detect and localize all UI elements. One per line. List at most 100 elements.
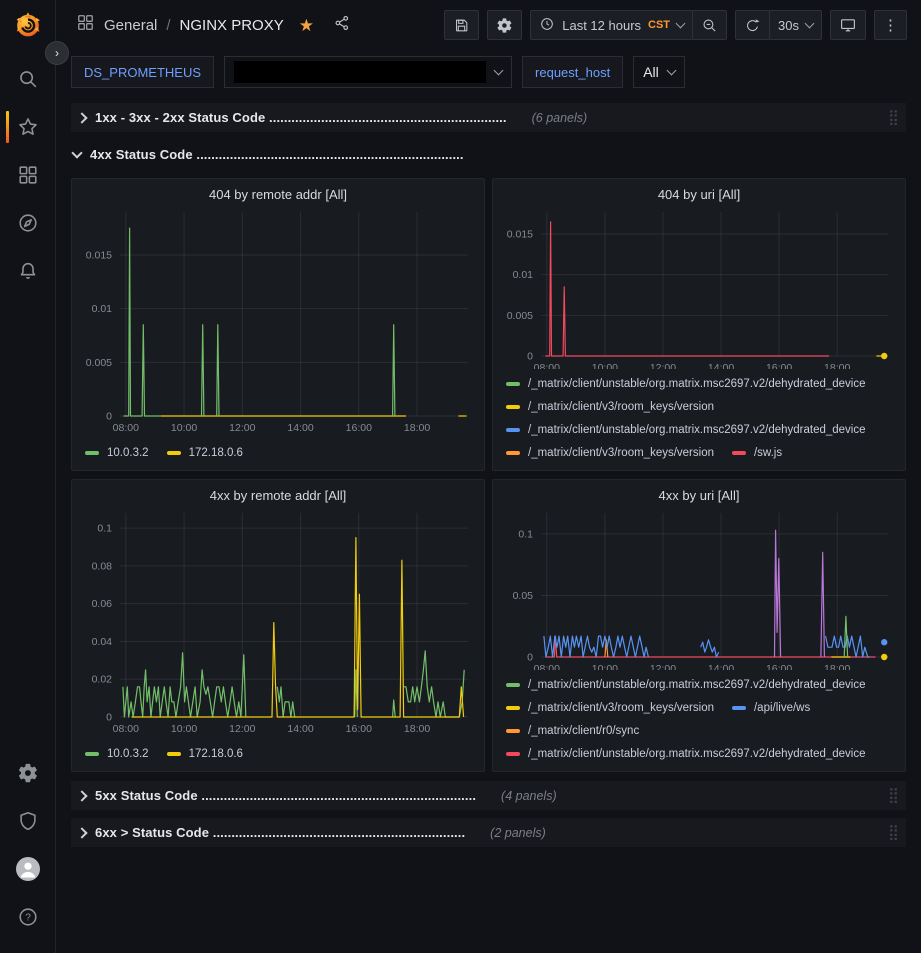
chevron-down-icon [676, 18, 686, 28]
series-point [881, 654, 887, 660]
row-panel-count: (4 panels) [501, 789, 557, 803]
share-icon[interactable] [333, 14, 351, 37]
legend-item[interactable]: /_matrix/client/unstable/org.matrix.msc2… [506, 424, 866, 436]
sidebar-item-explore[interactable] [15, 210, 41, 236]
favorite-star-icon[interactable]: ★ [299, 17, 314, 34]
x-axis-tick-label: 08:00 [113, 723, 139, 735]
legend-swatch [506, 752, 520, 756]
search-icon[interactable] [15, 66, 41, 92]
series-line [821, 552, 825, 657]
legend-swatch [506, 683, 520, 687]
legend-item[interactable]: /api/live/ws [732, 702, 810, 714]
drag-handle-icon[interactable]: ⣿ [888, 825, 899, 840]
legend-row: /_matrix/client/v3/room_keys/version [501, 395, 897, 418]
x-axis-tick-label: 14:00 [287, 723, 313, 735]
datasource-select[interactable] [224, 56, 512, 88]
row-4xx[interactable]: 4xx Status Code ........................… [71, 140, 906, 169]
dashboard-settings-button[interactable] [487, 10, 522, 40]
variables-row: DS_PROMETHEUS request_host All [56, 50, 921, 98]
sidebar-expand-button[interactable]: › [45, 41, 69, 65]
timeseries-chart[interactable]: 00.050.108:0010:0012:0014:0016:0018:00 [501, 507, 896, 670]
row-1xx-3xx-2xx[interactable]: 1xx - 3xx - 2xx Status Code ............… [71, 103, 906, 132]
request-host-select[interactable]: All [633, 56, 685, 88]
clock-icon [539, 16, 555, 35]
gear-icon[interactable] [15, 760, 41, 786]
zoom-out-button[interactable] [692, 10, 727, 40]
shield-icon[interactable] [15, 808, 41, 834]
refresh-interval-picker[interactable]: 30s [769, 10, 822, 40]
grafana-logo-icon[interactable] [12, 9, 44, 41]
legend-item[interactable]: 10.0.3.2 [85, 447, 149, 459]
breadcrumb-folder[interactable]: General [104, 17, 157, 34]
row-5xx[interactable]: 5xx Status Code ........................… [71, 781, 906, 810]
timezone-label: CST [648, 19, 670, 31]
series-line [202, 325, 204, 416]
legend-label: /_matrix/client/r0/sync [528, 725, 639, 737]
drag-handle-icon[interactable]: ⣿ [888, 110, 899, 125]
drag-handle-icon[interactable]: ⣿ [888, 788, 899, 803]
legend-row: /_matrix/client/unstable/org.matrix.msc2… [501, 742, 897, 765]
panel-title[interactable]: 4xx by remote addr [All] [80, 488, 476, 503]
legend-label: /_matrix/client/unstable/org.matrix.msc2… [528, 679, 866, 691]
legend-item[interactable]: /_matrix/client/v3/room_keys/version [506, 447, 714, 459]
x-axis-tick-label: 12:00 [650, 663, 676, 670]
legend-item[interactable]: 172.18.0.6 [167, 447, 243, 459]
time-range-picker[interactable]: Last 12 hours CST [530, 10, 693, 40]
sidebar: ? [0, 0, 56, 953]
save-dashboard-button[interactable] [444, 10, 479, 40]
toolbar: Last 12 hours CST 30s [444, 10, 907, 40]
legend-swatch [506, 706, 520, 710]
legend-swatch [506, 405, 520, 409]
y-axis-tick-label: 0.05 [513, 590, 534, 602]
page-title[interactable]: NGINX PROXY [180, 17, 284, 34]
row-6xx[interactable]: 6xx > Status Code ......................… [71, 818, 906, 847]
timeseries-chart[interactable]: 00.0050.010.01508:0010:0012:0014:0016:00… [80, 206, 476, 436]
series-point [881, 353, 887, 359]
legend-item[interactable]: /_matrix/client/unstable/org.matrix.msc2… [506, 378, 866, 390]
chart-legend: /_matrix/client/unstable/org.matrix.msc2… [501, 372, 897, 464]
legend-swatch [167, 752, 181, 756]
legend-row: /_matrix/client/unstable/org.matrix.msc2… [501, 372, 897, 395]
refresh-button[interactable] [735, 10, 770, 40]
panel-grid: 404 by remote addr [All] 00.0050.010.015… [71, 178, 906, 772]
legend-row: /_matrix/client/v3/room_keys/version/sw.… [501, 441, 897, 464]
panel-title[interactable]: 404 by uri [All] [501, 187, 897, 202]
legend-item[interactable]: /_matrix/client/r0/sync [506, 725, 639, 737]
x-axis-tick-label: 14:00 [708, 362, 734, 369]
legend-item[interactable]: /sw.js [732, 447, 782, 459]
avatar[interactable] [15, 856, 41, 882]
x-axis-tick-label: 08:00 [534, 362, 560, 369]
panel-title[interactable]: 4xx by uri [All] [501, 488, 897, 503]
sidebar-item-dashboards[interactable] [15, 162, 41, 188]
legend-item[interactable]: 10.0.3.2 [85, 748, 149, 760]
svg-text:?: ? [25, 912, 31, 923]
y-axis-tick-label: 0.005 [507, 310, 533, 322]
x-axis-tick-label: 16:00 [346, 723, 372, 735]
panel-title[interactable]: 404 by remote addr [All] [80, 187, 476, 202]
legend-item[interactable]: /_matrix/client/v3/room_keys/version [506, 401, 714, 413]
sidebar-item-starred[interactable] [15, 114, 41, 140]
timeseries-chart[interactable]: 00.0050.010.01508:0010:0012:0014:0016:00… [501, 206, 896, 369]
legend-item[interactable]: /_matrix/client/unstable/org.matrix.msc2… [506, 679, 866, 691]
legend-row: 10.0.3.2 172.18.0.6 [80, 742, 476, 765]
y-axis-tick-label: 0.01 [92, 303, 113, 315]
sidebar-item-alerting[interactable] [15, 258, 41, 284]
legend-item[interactable]: /_matrix/client/v3/room_keys/version [506, 702, 714, 714]
x-axis-tick-label: 10:00 [171, 723, 197, 735]
legend-label: 10.0.3.2 [107, 748, 149, 760]
legend-item[interactable]: 172.18.0.6 [167, 748, 243, 760]
variable-label-request-host: request_host [522, 56, 623, 88]
time-controls: Last 12 hours CST [530, 10, 727, 40]
legend-item[interactable]: /_matrix/client/unstable/org.matrix.msc2… [506, 748, 866, 760]
legend-swatch [85, 752, 99, 756]
x-axis-tick-label: 12:00 [229, 422, 255, 434]
kebab-menu-button[interactable]: ⋮ [874, 10, 907, 40]
legend-swatch [506, 729, 520, 733]
legend-label: /_matrix/client/v3/room_keys/version [528, 447, 714, 459]
tv-mode-button[interactable] [830, 10, 866, 40]
legend-label: /_matrix/client/unstable/org.matrix.msc2… [528, 748, 866, 760]
panel-4xx-by-uri: 4xx by uri [All] 00.050.108:0010:0012:00… [492, 479, 906, 772]
timeseries-chart[interactable]: 00.020.040.060.080.108:0010:0012:0014:00… [80, 507, 476, 737]
legend-row: 10.0.3.2 172.18.0.6 [80, 441, 476, 464]
help-icon[interactable]: ? [15, 904, 41, 930]
